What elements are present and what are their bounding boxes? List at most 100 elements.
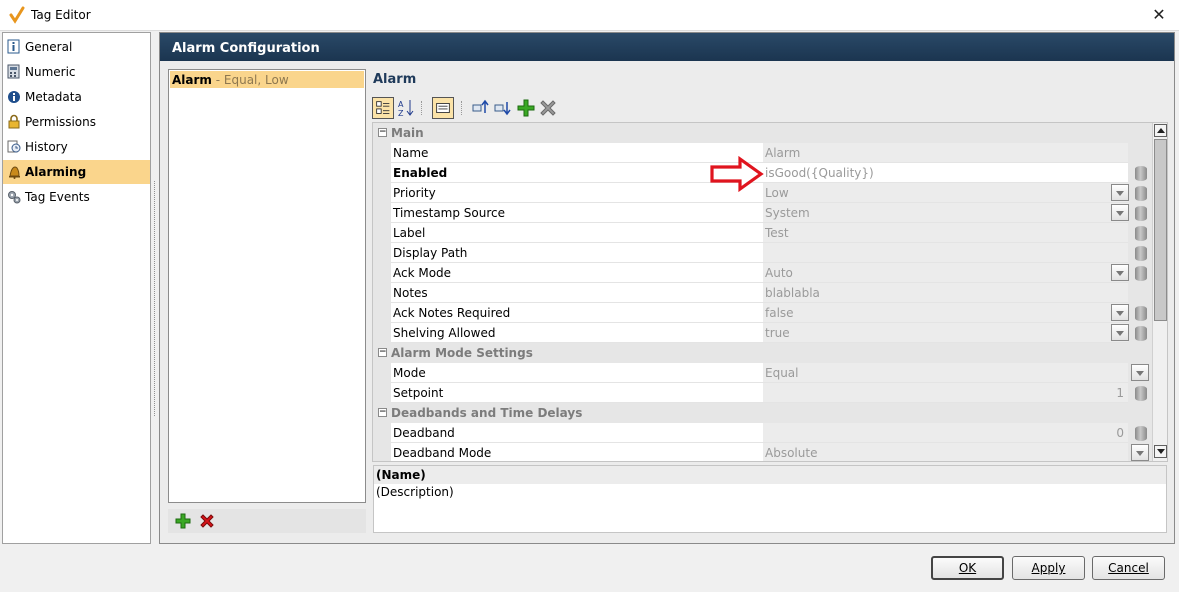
prop-row-display-path[interactable]: Display Path: [373, 243, 1152, 263]
prop-label: Deadband: [391, 423, 763, 443]
prop-value[interactable]: Auto: [763, 263, 1128, 283]
binding-icon[interactable]: [1135, 426, 1147, 441]
prop-value[interactable]: true: [763, 323, 1128, 343]
prop-row-timestamp-source[interactable]: Timestamp Source System: [373, 203, 1152, 223]
gears-icon: [8, 191, 21, 204]
category-main[interactable]: − Main: [373, 123, 1152, 143]
binding-icon[interactable]: [1135, 306, 1147, 321]
nav-item-permissions[interactable]: Permissions: [3, 110, 150, 134]
dropdown-arrow-icon[interactable]: [1131, 364, 1149, 381]
nav-item-history[interactable]: History: [3, 135, 150, 159]
prop-row-deadband-mode[interactable]: Deadband Mode Absolute: [373, 443, 1152, 461]
move-up-icon[interactable]: [471, 97, 493, 119]
prop-row-label[interactable]: Label Test: [373, 223, 1152, 243]
dropdown-arrow-icon[interactable]: [1111, 264, 1129, 281]
close-icon[interactable]: ✕: [1149, 5, 1169, 25]
dropdown-arrow-icon[interactable]: [1111, 324, 1129, 341]
prop-value[interactable]: System: [763, 203, 1128, 223]
prop-row-ack-mode[interactable]: Ack Mode Auto: [373, 263, 1152, 283]
prop-value[interactable]: false: [763, 303, 1128, 323]
ok-label: OK: [958, 561, 977, 575]
nav-item-general[interactable]: General: [3, 35, 150, 59]
category-label: Alarm Mode Settings: [391, 346, 533, 360]
prop-row-setpoint[interactable]: Setpoint 1: [373, 383, 1152, 403]
prop-value[interactable]: 1: [763, 383, 1128, 403]
collapse-icon[interactable]: −: [378, 408, 387, 417]
prop-value[interactable]: Equal: [763, 363, 1128, 383]
nav-item-metadata[interactable]: Metadata: [3, 85, 150, 109]
prop-value[interactable]: 0: [763, 423, 1128, 443]
prop-value[interactable]: isGood({Quality}): [763, 163, 1128, 183]
binding-icon[interactable]: [1135, 226, 1147, 241]
prop-row-notes[interactable]: Notes blablabla: [373, 283, 1152, 303]
category-deadbands[interactable]: − Deadbands and Time Delays: [373, 403, 1152, 423]
prop-row-ack-notes-required[interactable]: Ack Notes Required false: [373, 303, 1152, 323]
sort-alphabetical-button[interactable]: AZ: [395, 97, 417, 119]
nav-item-label: Permissions: [25, 115, 96, 129]
scroll-up-icon[interactable]: [1154, 124, 1167, 137]
prop-value[interactable]: blablabla: [763, 283, 1128, 303]
dropdown-arrow-icon[interactable]: [1111, 204, 1129, 221]
prop-label: Display Path: [391, 243, 763, 263]
history-icon: [7, 140, 21, 153]
dropdown-arrow-icon[interactable]: [1111, 304, 1129, 321]
categorized-view-button[interactable]: [372, 97, 394, 119]
alarm-configuration-panel: Alarm Configuration Alarm - Equal, Low A…: [159, 32, 1175, 544]
prop-value[interactable]: Test: [763, 223, 1128, 243]
section-title: Alarm: [373, 72, 417, 87]
prop-row-shelving-allowed[interactable]: Shelving Allowed true: [373, 323, 1152, 343]
move-down-icon[interactable]: [493, 97, 515, 119]
alarm-list: Alarm - Equal, Low: [168, 69, 366, 503]
prop-label: Notes: [391, 283, 763, 303]
delete-alarm-button[interactable]: [198, 512, 216, 530]
scroll-down-icon[interactable]: [1154, 445, 1167, 458]
apply-button[interactable]: Apply: [1012, 556, 1085, 580]
category-alarm-mode[interactable]: − Alarm Mode Settings: [373, 343, 1152, 363]
collapse-icon[interactable]: −: [378, 348, 387, 357]
cancel-button[interactable]: Cancel: [1092, 556, 1165, 580]
nav-item-alarming[interactable]: Alarming: [3, 160, 150, 184]
description-text: (Description): [376, 485, 454, 499]
panel-header: Alarm Configuration: [160, 33, 1174, 61]
binding-icon[interactable]: [1135, 166, 1147, 181]
svg-text:A: A: [398, 100, 404, 109]
window-title: Tag Editor: [31, 8, 91, 22]
binding-icon[interactable]: [1135, 326, 1147, 341]
binding-icon[interactable]: [1135, 386, 1147, 401]
prop-value[interactable]: Absolute: [763, 443, 1128, 461]
property-pages-button[interactable]: [432, 97, 454, 119]
prop-row-deadband[interactable]: Deadband 0: [373, 423, 1152, 443]
bell-icon: [9, 166, 20, 179]
binding-icon[interactable]: [1135, 266, 1147, 281]
prop-value[interactable]: [763, 243, 1128, 263]
property-grid: − Main Name Alarm Enabled isGood({Qualit…: [372, 122, 1168, 462]
dropdown-arrow-icon[interactable]: [1111, 184, 1129, 201]
svg-text:Z: Z: [398, 109, 404, 118]
settings-nav: General Numeric Metadata Permissions His…: [2, 32, 151, 544]
prop-label: Ack Notes Required: [391, 303, 763, 323]
app-icon: [9, 6, 25, 24]
prop-row-mode[interactable]: Mode Equal: [373, 363, 1152, 383]
prop-value[interactable]: Alarm: [763, 143, 1128, 163]
add-property-button[interactable]: [515, 97, 537, 119]
calculator-icon: [7, 64, 20, 79]
scroll-thumb[interactable]: [1154, 139, 1167, 321]
nav-item-numeric[interactable]: Numeric: [3, 60, 150, 84]
prop-value[interactable]: Low: [763, 183, 1128, 203]
nav-item-tag-events[interactable]: Tag Events: [3, 185, 150, 209]
collapse-icon[interactable]: −: [378, 128, 387, 137]
binding-icon[interactable]: [1135, 186, 1147, 201]
dropdown-arrow-icon[interactable]: [1131, 444, 1149, 461]
prop-label: Shelving Allowed: [391, 323, 763, 343]
splitter-handle[interactable]: [154, 181, 157, 416]
ok-button[interactable]: OK: [931, 556, 1004, 580]
alarm-summary: Equal, Low: [223, 73, 289, 87]
prop-label: Label: [391, 223, 763, 243]
info-icon: [7, 39, 20, 54]
vertical-scrollbar[interactable]: [1152, 123, 1167, 461]
remove-property-button[interactable]: [537, 97, 559, 119]
binding-icon[interactable]: [1135, 246, 1147, 261]
binding-icon[interactable]: [1135, 206, 1147, 221]
list-item[interactable]: Alarm - Equal, Low: [170, 71, 364, 88]
add-alarm-button[interactable]: [174, 512, 192, 530]
